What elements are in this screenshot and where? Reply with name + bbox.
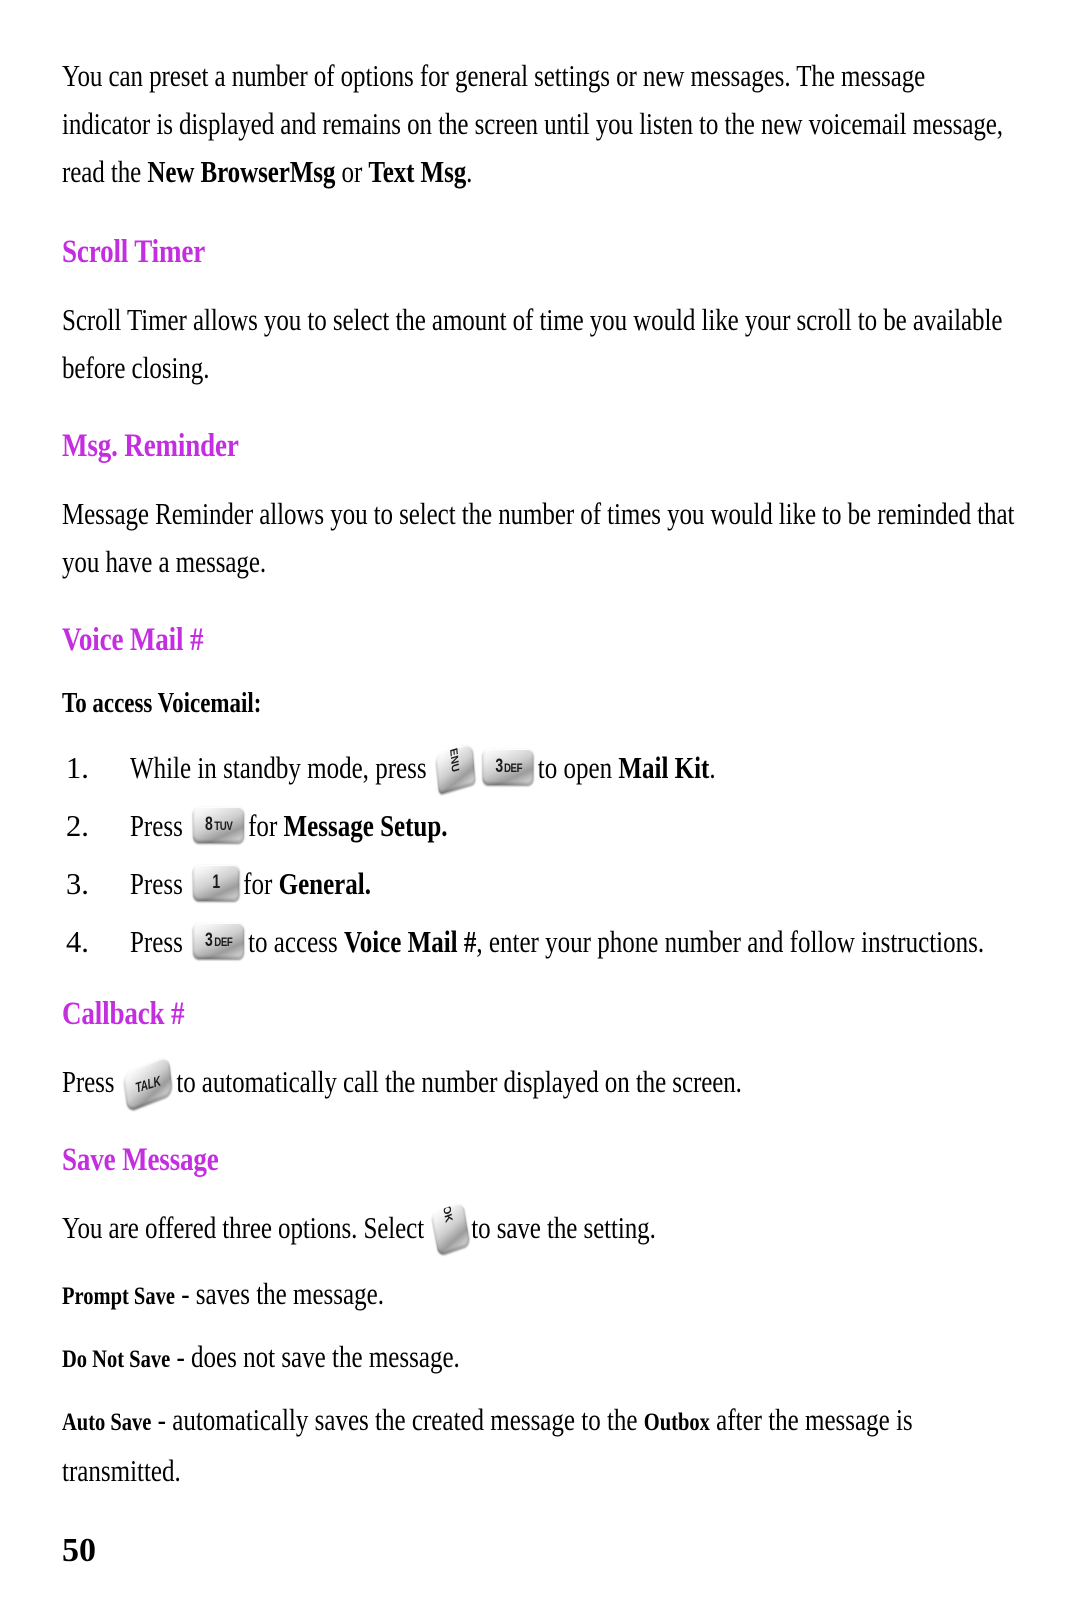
step-item-2: 2. Press 8TUV for Message Setup. <box>62 802 1018 850</box>
callback-paragraph: Press TALK to automatically call the numb… <box>62 1055 1018 1113</box>
callback-after-text: to automatically call the number display… <box>176 1065 742 1099</box>
save-option-auto-save: Auto Save - automatically saves the crea… <box>62 1396 1018 1495</box>
step-text-before: Press <box>130 925 183 959</box>
intro-bold-new-browsermsg: New BrowserMsg <box>147 155 336 189</box>
intro-text-mid: or <box>335 155 369 189</box>
step-text-after: for <box>243 867 279 901</box>
save-options-list: Prompt Save - saves the message. Do Not … <box>62 1270 1018 1495</box>
save-option-do-not-save: Do Not Save - does not save the message. <box>62 1333 1018 1384</box>
step-text-end: . <box>709 751 716 785</box>
step-number: 4. <box>66 925 89 959</box>
section-heading-save-message: Save Message <box>62 1142 219 1178</box>
key-3-def-icon[interactable]: 3DEF <box>482 749 534 785</box>
save-intro-after: to save the setting. <box>471 1211 656 1245</box>
step-text-before: Press <box>130 867 183 901</box>
page-number: 50 <box>62 1532 96 1569</box>
intro-paragraph: You can preset a number of options for g… <box>62 52 1018 196</box>
section-heading-scroll-timer: Scroll Timer <box>62 234 206 270</box>
option-term: Do Not Save <box>62 1346 171 1373</box>
option-desc: - does not save the message. <box>170 1340 460 1374</box>
step-bold-voice-mail: Voice Mail # <box>343 925 477 959</box>
key-1-icon[interactable]: 1 <box>193 865 240 901</box>
section-body-msg-reminder: Message Reminder allows you to select th… <box>62 497 1015 579</box>
step-text-after: to access <box>248 925 344 959</box>
save-intro-before: You are offered three options. Select <box>62 1211 425 1245</box>
option-inline-term-outbox: Outbox <box>643 1409 710 1436</box>
section-heading-msg-reminder: Msg. Reminder <box>62 428 239 464</box>
section-heading-callback: Callback # <box>62 996 185 1032</box>
step-number: 3. <box>66 867 89 901</box>
option-term: Prompt Save <box>62 1283 175 1310</box>
talk-key-icon[interactable]: TALK <box>123 1055 174 1113</box>
key-8-tuv-icon[interactable]: 8TUV <box>193 807 245 843</box>
manual-page: You can preset a number of options for g… <box>0 0 1080 1622</box>
option-desc-before: - automatically saves the created messag… <box>151 1403 644 1437</box>
voicemail-steps-list: 1. While in standby mode, press MENU 3DEF… <box>62 743 1018 966</box>
step-bold-message-setup: Message Setup. <box>283 809 448 843</box>
menu-key-icon[interactable]: MENU <box>435 743 476 795</box>
step-text-after: for <box>248 809 284 843</box>
step-text-before: Press <box>130 809 183 843</box>
step-item-3: 3. Press 1 for General. <box>62 860 1018 908</box>
callback-press-text: Press <box>62 1065 115 1099</box>
step-text-before: While in standby mode, press <box>130 751 427 785</box>
step-item-4: 4. Press 3DEF to access Voice Mail #, ent… <box>62 918 1018 966</box>
key-3-def-icon[interactable]: 3DEF <box>193 923 245 959</box>
section-body-scroll-timer: Scroll Timer allows you to select the am… <box>62 303 1003 385</box>
save-option-prompt-save: Prompt Save - saves the message. <box>62 1270 1018 1321</box>
step-item-1: 1. While in standby mode, press MENU 3DEF… <box>62 743 1018 795</box>
step-bold-mail-kit: Mail Kit <box>618 751 710 785</box>
ok-key-icon[interactable]: OK <box>431 1201 471 1257</box>
section-heading-voice-mail: Voice Mail # <box>62 622 204 658</box>
step-text-end: , enter your phone number and follow ins… <box>476 925 985 959</box>
option-desc: - saves the message. <box>174 1277 384 1311</box>
step-number: 2. <box>66 809 89 843</box>
intro-bold-text-msg: Text Msg <box>368 155 467 189</box>
step-text-after: to open <box>537 751 619 785</box>
step-bold-general: General. <box>278 867 371 901</box>
intro-text-end: . <box>466 155 473 189</box>
voicemail-lead-text: To access Voicemail: <box>62 688 262 719</box>
step-number: 1. <box>66 751 89 785</box>
option-term: Auto Save <box>62 1409 152 1436</box>
save-message-intro: You are offered three options. Select OK… <box>62 1201 1018 1257</box>
